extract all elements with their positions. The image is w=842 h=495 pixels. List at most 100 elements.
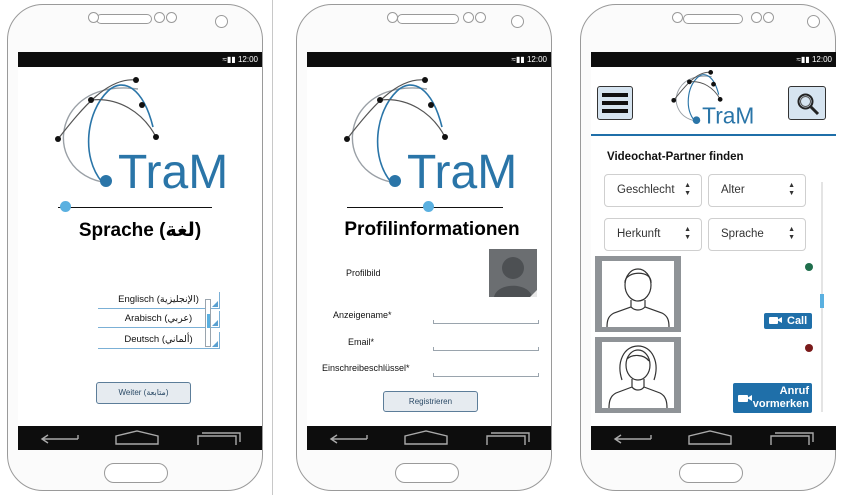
- online-status-indicator: [805, 263, 813, 271]
- select-arrows-icon: ▲ ▼: [684, 182, 691, 197]
- language-option-english[interactable]: Englisch (الإنجليزية): [98, 292, 220, 309]
- email-label: Email*: [348, 337, 375, 347]
- nav-bar: [307, 426, 551, 450]
- call-button-label: Call: [787, 315, 808, 327]
- home-icon[interactable]: [114, 430, 160, 446]
- select-arrows-icon: ▲ ▼: [788, 226, 795, 241]
- front-camera: [807, 15, 820, 28]
- progress-track: [58, 207, 212, 208]
- partner-avatar-frame: [595, 337, 681, 413]
- home-icon[interactable]: [403, 430, 449, 446]
- recent-apps-icon[interactable]: [196, 430, 242, 446]
- tram-logo: TraM: [344, 77, 517, 197]
- schedule-call-label-1: Anruf: [779, 385, 809, 397]
- recent-apps-icon[interactable]: [485, 430, 531, 446]
- search-button[interactable]: [788, 86, 826, 120]
- schedule-call-label-2: vormerken: [752, 398, 809, 410]
- header-divider: [591, 134, 836, 136]
- sensor-dot: [751, 12, 762, 23]
- front-camera: [511, 15, 524, 28]
- tram-logo-small: TraM: [671, 70, 754, 128]
- status-bar: ≈▮▮ 12:00: [18, 52, 262, 67]
- enrollment-key-input[interactable]: [433, 373, 539, 377]
- home-button[interactable]: [104, 463, 168, 483]
- home-button[interactable]: [679, 463, 743, 483]
- home-icon[interactable]: [687, 430, 733, 446]
- language-option-german[interactable]: Deutsch (ألماني): [98, 332, 220, 349]
- back-icon[interactable]: [329, 431, 371, 445]
- sensor-dot: [763, 12, 774, 23]
- select-arrows-icon: ▲ ▼: [788, 182, 795, 197]
- speaker-grille: [683, 14, 743, 24]
- speaker-grille: [96, 14, 152, 24]
- call-button[interactable]: Call: [764, 313, 812, 329]
- sensor-dot: [387, 12, 398, 23]
- list-scroll-thumb[interactable]: [207, 314, 210, 328]
- menu-icon: [602, 93, 628, 113]
- display-name-label: Anzeigename*: [333, 310, 392, 320]
- profile-picture[interactable]: [489, 249, 537, 297]
- status-time: 12:00: [526, 55, 547, 64]
- tram-logo: TraM: [55, 77, 228, 197]
- offline-status-indicator: [805, 344, 813, 352]
- filter-age[interactable]: Alter ▲ ▼: [708, 174, 806, 207]
- avatar-placeholder-icon: [494, 257, 537, 297]
- back-icon[interactable]: [40, 431, 82, 445]
- nav-bar: [18, 426, 262, 450]
- profile-picture-label: Profilbild: [346, 268, 381, 278]
- video-camera-lens-icon: [777, 317, 782, 323]
- progress-indicator: [60, 201, 71, 212]
- sensor-dot: [463, 12, 474, 23]
- recent-apps-icon[interactable]: [769, 430, 815, 446]
- status-time: 12:00: [237, 55, 258, 64]
- results-scroll-thumb[interactable]: [820, 294, 824, 308]
- section-heading: Videochat-Partner finden: [607, 151, 744, 163]
- schedule-call-button[interactable]: Anruf vormerken: [733, 383, 812, 413]
- list-scrollbar[interactable]: [205, 299, 211, 347]
- status-bar: ≈▮▮ 12:00: [591, 52, 836, 67]
- status-time: 12:00: [811, 55, 832, 64]
- logo-text: TraM: [407, 146, 517, 197]
- video-camera-lens-icon: [747, 395, 752, 401]
- screen-profile: ≈▮▮ 12:00 TraM Profilinformationen Profi…: [307, 52, 551, 450]
- wifi-signal-battery-icon: ≈▮▮: [222, 55, 238, 64]
- sensor-dot: [166, 12, 177, 23]
- filter-language[interactable]: Sprache ▲ ▼: [708, 218, 806, 251]
- menu-button[interactable]: [597, 86, 633, 120]
- corner-marker-icon: [212, 301, 218, 307]
- home-button[interactable]: [395, 463, 459, 483]
- display-name-input[interactable]: [433, 320, 539, 324]
- screen-language: ≈▮▮ 12:00 TraM Sprache (لغة) Englisch (ا…: [18, 52, 262, 450]
- page-title: Profilinformationen: [344, 219, 520, 240]
- sensor-dot: [88, 12, 99, 23]
- partner-avatar-frame: [595, 256, 681, 332]
- wifi-signal-battery-icon: ≈▮▮: [796, 55, 812, 64]
- enrollment-key-label: Einschreibeschlüssel*: [322, 363, 410, 373]
- email-input[interactable]: [433, 347, 539, 351]
- status-bar: ≈▮▮ 12:00: [307, 52, 551, 67]
- partner-card[interactable]: Call: [595, 256, 816, 332]
- sensor-dot: [475, 12, 486, 23]
- filter-origin[interactable]: Herkunft ▲ ▼: [604, 218, 702, 251]
- front-camera: [215, 15, 228, 28]
- next-button[interactable]: Weiter (متابعة): [96, 382, 191, 404]
- language-option-arabic[interactable]: Arabisch (عربي): [98, 311, 220, 328]
- logo-text: TraM: [118, 146, 228, 197]
- partner-card[interactable]: Anruf vormerken: [595, 337, 816, 413]
- back-icon[interactable]: [613, 431, 655, 445]
- female-avatar-icon: [608, 345, 668, 409]
- sensor-dot: [154, 12, 165, 23]
- register-button[interactable]: Registrieren: [383, 391, 478, 412]
- wifi-signal-battery-icon: ≈▮▮: [511, 55, 527, 64]
- select-arrows-icon: ▲ ▼: [684, 226, 691, 241]
- page-title: Sprache (لغة): [78, 220, 202, 241]
- column-divider: [272, 0, 273, 495]
- filter-gender[interactable]: Geschlecht ▲ ▼: [604, 174, 702, 207]
- nav-bar: [591, 426, 836, 450]
- progress-indicator: [423, 201, 434, 212]
- sensor-dot: [672, 12, 683, 23]
- speaker-grille: [397, 14, 459, 24]
- search-icon: [797, 93, 820, 116]
- male-avatar-icon: [606, 268, 670, 328]
- corner-marker-icon: [212, 341, 218, 347]
